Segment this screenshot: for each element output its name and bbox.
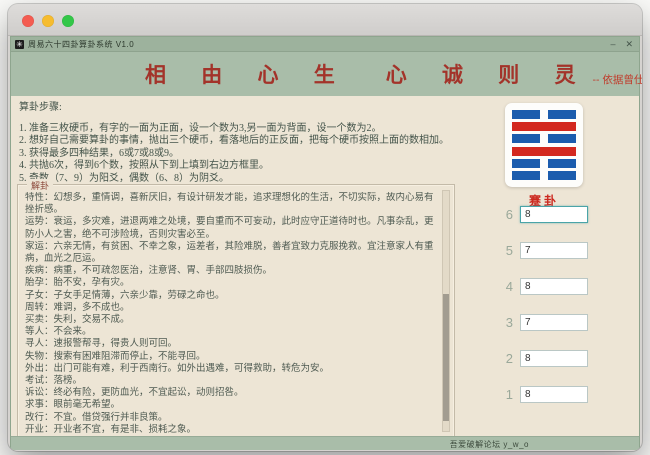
step-item: 1. 准备三枚硬币，有字的一面为正面，设一个数为3,另一面为背面，设一个数为2。	[19, 123, 497, 135]
interpretation-entry: 求事：眼前毫无希望。	[25, 399, 436, 411]
minimize-traffic-light[interactable]	[42, 15, 54, 27]
line-position-label: 1	[497, 387, 513, 402]
interpretation-entry: 胎孕：胎不安，孕有灾。	[25, 277, 436, 289]
yang-bar	[512, 147, 576, 156]
yin-line	[512, 171, 576, 180]
status-bar: 吾爱破解论坛 y_w_o	[11, 436, 639, 450]
line-value-row: 6	[497, 206, 588, 223]
yin-bar-segment	[512, 110, 540, 119]
line-position-label: 5	[497, 243, 513, 258]
line-value-input-6[interactable]	[520, 206, 588, 223]
yin-bar-segment	[512, 171, 540, 180]
app-window: ✳ 周易六十四卦算卦系统 V1.0 – ✕ 相 由 心 生 心 诚 则 灵 --…	[10, 36, 640, 449]
zoom-traffic-light[interactable]	[62, 15, 74, 27]
yin-line	[512, 134, 576, 143]
content-area: 算卦步骤: 1. 准备三枚硬币，有字的一面为正面，设一个数为3,另一面为背面，设…	[11, 96, 639, 436]
interpretation-entry: 等人：不会来。	[25, 326, 436, 338]
step-item: 4. 共抛6次，得到6个数，按照从下到上填到右边方框里。	[19, 160, 497, 172]
page-title: 相 由 心 生 心 诚 则 灵	[145, 59, 591, 89]
interpretation-entry: 开业：开业者不宜，有是非、损耗之象。	[25, 424, 436, 433]
interpretation-entry: 周转：难调，多不成也。	[25, 302, 436, 314]
interpretation-entry: 失物：搜索有困难阻滞而停止，不能寻回。	[25, 351, 436, 363]
app-icon: ✳	[15, 40, 24, 49]
line-position-label: 3	[497, 315, 513, 330]
interpretation-entry: 寻人：速报警帮寻，得贵人则可回。	[25, 338, 436, 350]
line-value-row: 1	[497, 386, 588, 403]
line-value-input-1[interactable]	[520, 386, 588, 403]
header-band: 相 由 心 生 心 诚 则 灵 -- 依据曾仕强先生的硬币卜卦法制作	[11, 52, 639, 96]
line-position-label: 4	[497, 279, 513, 294]
interpretation-entry: 疾病：病重，不可疏忽医治，注意肾、胃、手部四肢损伤。	[25, 265, 436, 277]
yang-line	[512, 122, 576, 131]
close-traffic-light[interactable]	[22, 15, 34, 27]
app-titlebar: ✳ 周易六十四卦算卦系统 V1.0 – ✕	[11, 37, 639, 52]
interpretation-entry: 运势：衰运，多灾难，进退两难之处境，要自重而不可妄动，此时应守正道待时也。凡事杂…	[25, 216, 436, 240]
yin-bar-segment	[548, 110, 576, 119]
line-value-row: 3	[497, 314, 588, 331]
yin-bar-segment	[512, 159, 540, 168]
interpretation-entry: 家运：六亲无情，有贫困、不幸之象，运差者，其险难脱，善者宜致力克服挽救。宜注意家…	[25, 241, 436, 265]
minimize-button[interactable]: –	[610, 40, 615, 49]
yin-line	[512, 110, 576, 119]
app-title: 周易六十四卦算卦系统 V1.0	[28, 39, 134, 50]
scrollbar-track[interactable]	[442, 190, 450, 432]
yang-line	[512, 147, 576, 156]
page-subtitle: -- 依据曾仕强先生的硬币卜卦法制作	[593, 72, 643, 89]
interpretation-entry: 特性：幻想多，重情调，喜新厌旧，有设计研发才能，追求理想化的生活，不切实际，故内…	[25, 192, 436, 216]
interpretation-entry: 改行：不宜。借贷强行并非良策。	[25, 412, 436, 424]
steps-block: 算卦步骤: 1. 准备三枚硬币，有字的一面为正面，设一个数为3,另一面为背面，设…	[19, 98, 497, 197]
interpretation-entry: 考试：落榜。	[25, 375, 436, 387]
step-item: 2. 想好自己需要算卦的事情，抛出三个硬币，看落地后的正反面，把每个硬币按照上面…	[19, 135, 497, 147]
status-text: 吾爱破解论坛 y_w_o	[450, 439, 529, 450]
line-value-input-4[interactable]	[520, 278, 588, 295]
interpretation-entry: 诉讼：终必有险，更防血光，不宜起讼，动则招咎。	[25, 387, 436, 399]
hexagram-image	[505, 103, 583, 187]
steps-heading: 算卦步骤:	[19, 98, 497, 113]
line-position-label: 6	[497, 207, 513, 222]
yang-bar	[512, 122, 576, 131]
step-item: 3. 获得最多四种结果，6或7或8或9。	[19, 148, 497, 160]
interpretation-entry: 买卖：失利，交易不成。	[25, 314, 436, 326]
line-value-row: 2	[497, 350, 588, 367]
yin-line	[512, 159, 576, 168]
line-value-input-5[interactable]	[520, 242, 588, 259]
mac-titlebar	[8, 4, 642, 36]
yin-bar-segment	[548, 159, 576, 168]
yin-bar-segment	[548, 134, 576, 143]
interpretation-entry: 外出：出门可能有难，利于西南行。如外出遇难，可得救助，转危为安。	[25, 363, 436, 375]
interpretation-box-label: 解卦	[27, 179, 53, 192]
line-value-row: 4	[497, 278, 588, 295]
line-value-input-2[interactable]	[520, 350, 588, 367]
scrollbar-thumb[interactable]	[443, 294, 449, 421]
interpretation-box: 解卦 特性：幻想多，重情调，喜新厌旧，有设计研发才能，追求理想化的生活，不切实际…	[17, 184, 455, 438]
interpretation-text: 特性：幻想多，重情调，喜新厌旧，有设计研发才能，追求理想化的生活，不切实际，故内…	[25, 192, 436, 433]
mac-window: ✳ 周易六十四卦算卦系统 V1.0 – ✕ 相 由 心 生 心 诚 则 灵 --…	[8, 4, 642, 451]
line-position-label: 2	[497, 351, 513, 366]
line-value-input-3[interactable]	[520, 314, 588, 331]
yin-bar-segment	[512, 134, 540, 143]
line-value-row: 5	[497, 242, 588, 259]
interpretation-entry: 子女：子女手足情薄，六亲少靠，劳碌之命也。	[25, 290, 436, 302]
yin-bar-segment	[548, 171, 576, 180]
close-button[interactable]: ✕	[625, 40, 633, 49]
